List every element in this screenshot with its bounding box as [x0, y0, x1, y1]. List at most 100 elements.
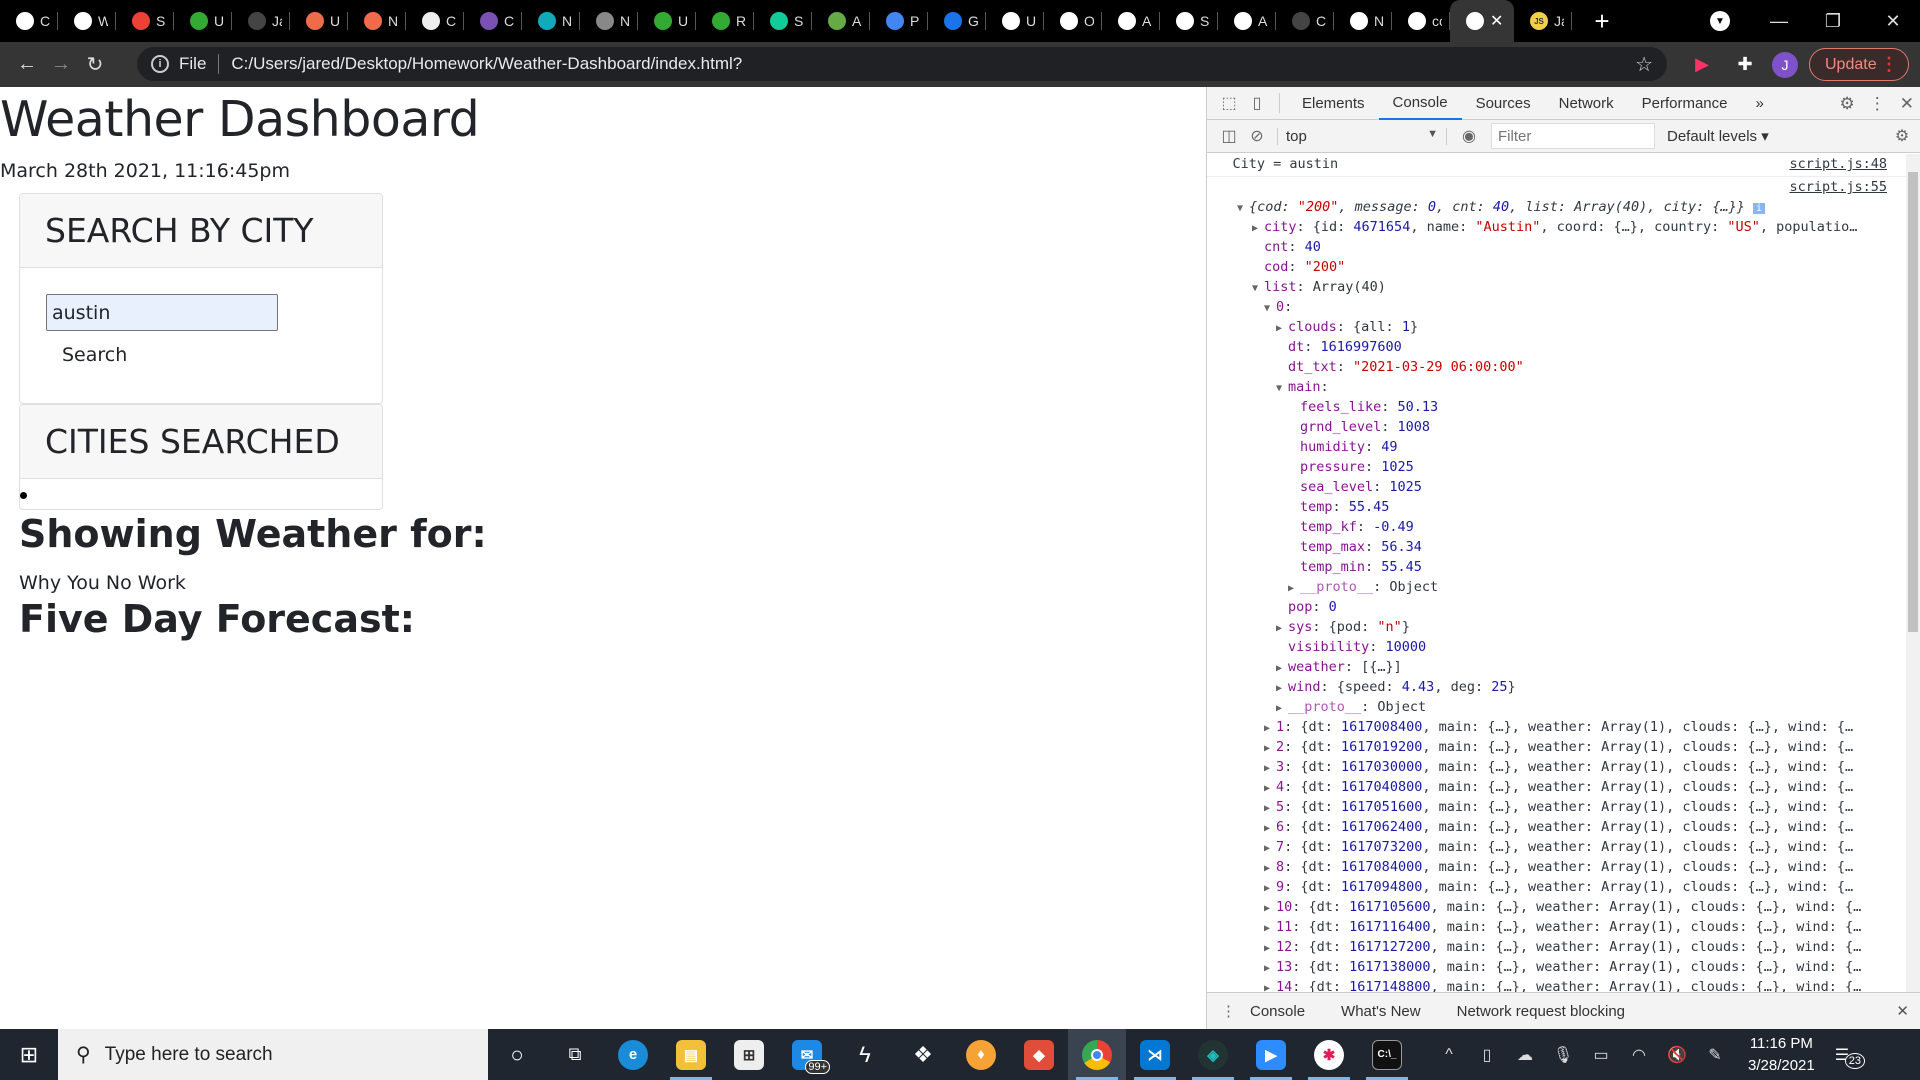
- terminal-icon[interactable]: C:\_: [1358, 1029, 1416, 1080]
- chrome-icon[interactable]: [1068, 1029, 1126, 1080]
- collapsed-triangle-icon[interactable]: ▶: [1264, 739, 1276, 759]
- tab-search-button[interactable]: ▼: [1710, 11, 1730, 31]
- browser-tab[interactable]: N: [348, 0, 406, 42]
- list-item-2[interactable]: ▶ 2: {dt: 1617019200, main: {…}, weather:…: [1207, 737, 1907, 757]
- browser-tab[interactable]: co: [1392, 0, 1450, 42]
- property-wind[interactable]: ▶ wind: {speed: 4.43, deg: 25}: [1207, 677, 1907, 697]
- browser-tab[interactable]: C: [464, 0, 522, 42]
- battery-icon[interactable]: ▭: [1582, 1045, 1620, 1065]
- browser-tab[interactable]: U: [174, 0, 232, 42]
- browser-tab[interactable]: C: [1276, 0, 1334, 42]
- property-sys[interactable]: ▶ sys: {pod: "n"}: [1207, 617, 1907, 637]
- drawer-menu-icon[interactable]: ⋮: [1221, 1002, 1236, 1020]
- browser-tab[interactable]: S: [116, 0, 174, 42]
- taskbar-clock[interactable]: 11:16 PM 3/28/2021: [1748, 1033, 1815, 1077]
- property-visibility[interactable]: visibility: 10000: [1207, 637, 1907, 657]
- property-city[interactable]: ▶ city: {id: 4671654, name: "Austin", coo…: [1207, 217, 1907, 237]
- more-tabs-icon[interactable]: »: [1742, 87, 1778, 120]
- store-icon[interactable]: ⊞: [720, 1029, 778, 1080]
- collapsed-triangle-icon[interactable]: ▶: [1264, 979, 1276, 992]
- dropbox-icon[interactable]: ❖: [894, 1029, 952, 1080]
- extension-record-icon[interactable]: ▶: [1690, 52, 1714, 76]
- expanded-triangle-icon[interactable]: ▼: [1252, 279, 1264, 299]
- list-item-13[interactable]: ▶ 13: {dt: 1617138000, main: {…}, weather…: [1207, 957, 1907, 977]
- context-selector[interactable]: top ▼: [1277, 127, 1447, 145]
- main-temp-min[interactable]: temp_min: 55.45: [1207, 557, 1907, 577]
- collapsed-triangle-icon[interactable]: ▶: [1264, 799, 1276, 819]
- collapsed-triangle-icon[interactable]: ▶: [1264, 719, 1276, 739]
- collapsed-triangle-icon[interactable]: ▶: [1276, 659, 1288, 679]
- browser-tab[interactable]: P: [870, 0, 928, 42]
- property-cnt[interactable]: cnt: 40: [1207, 237, 1907, 257]
- list-item-5[interactable]: ▶ 5: {dt: 1617051600, main: {…}, weather:…: [1207, 797, 1907, 817]
- console-filter-input[interactable]: [1491, 123, 1655, 149]
- property-weather[interactable]: ▶ weather: [{…}]: [1207, 657, 1907, 677]
- browser-tab[interactable]: O: [1044, 0, 1102, 42]
- browser-tab[interactable]: C: [0, 0, 58, 42]
- onedrive-icon[interactable]: ☁: [1506, 1045, 1544, 1065]
- drawer-tab-whats-new[interactable]: What's New: [1341, 1003, 1421, 1020]
- bolt-app-icon[interactable]: ϟ: [836, 1029, 894, 1080]
- browser-tab[interactable]: U: [986, 0, 1044, 42]
- main-feels-like[interactable]: feels_like: 50.13: [1207, 397, 1907, 417]
- devtools-menu-icon[interactable]: ⋮: [1869, 94, 1886, 114]
- minimize-button[interactable]: —: [1752, 0, 1806, 42]
- property-main[interactable]: ▼ main:: [1207, 377, 1907, 397]
- list-item-1[interactable]: ▶ 1: {dt: 1617008400, main: {…}, weather:…: [1207, 717, 1907, 737]
- taskbar-search[interactable]: ⚲ Type here to search: [58, 1029, 488, 1080]
- city-search-input[interactable]: [46, 294, 278, 331]
- property-dt-txt[interactable]: dt_txt: "2021-03-29 06:00:00": [1207, 357, 1907, 377]
- list-item-0[interactable]: ▼ 0:: [1207, 297, 1907, 317]
- main-temp-max[interactable]: temp_max: 56.34: [1207, 537, 1907, 557]
- start-button[interactable]: ⊞: [0, 1029, 58, 1080]
- collapsed-triangle-icon[interactable]: ▶: [1264, 899, 1276, 919]
- task-view-icon[interactable]: ⧉: [546, 1029, 604, 1080]
- browser-tab[interactable]: N: [1334, 0, 1392, 42]
- property-list[interactable]: ▼ list: Array(40): [1207, 277, 1907, 297]
- address-bar[interactable]: i File C:/Users/jared/Desktop/Homework/W…: [137, 47, 1667, 81]
- list-item-9[interactable]: ▶ 9: {dt: 1617094800, main: {…}, weather:…: [1207, 877, 1907, 897]
- notification-center-icon[interactable]: ☰ 23: [1835, 1045, 1865, 1069]
- avast-icon[interactable]: ♦: [952, 1029, 1010, 1080]
- expanded-triangle-icon[interactable]: ▼: [1276, 379, 1288, 399]
- expanded-triangle-icon[interactable]: ▼: [1264, 299, 1276, 319]
- console-object-summary[interactable]: ▼ {cod: "200", message: 0, cnt: 40, list:…: [1207, 197, 1907, 217]
- restore-button[interactable]: ❐: [1806, 0, 1860, 42]
- new-tab-button[interactable]: +: [1578, 0, 1626, 42]
- browser-tab[interactable]: A: [1102, 0, 1160, 42]
- main-grnd-level[interactable]: grnd_level: 1008: [1207, 417, 1907, 437]
- collapsed-triangle-icon[interactable]: ▶: [1264, 759, 1276, 779]
- browser-tab[interactable]: G: [928, 0, 986, 42]
- reload-button[interactable]: ↻: [78, 48, 112, 82]
- live-expression-eye-icon[interactable]: ◉: [1455, 122, 1483, 150]
- console-settings-icon[interactable]: ⚙: [1888, 122, 1916, 150]
- collapsed-triangle-icon[interactable]: ▶: [1264, 939, 1276, 959]
- devtools-tab-console[interactable]: Console: [1378, 87, 1462, 120]
- main-pressure[interactable]: pressure: 1025: [1207, 457, 1907, 477]
- list-item-8[interactable]: ▶ 8: {dt: 1617084000, main: {…}, weather:…: [1207, 857, 1907, 877]
- collapsed-triangle-icon[interactable]: ▶: [1276, 619, 1288, 639]
- device-toolbar-icon[interactable]: ▯: [1243, 89, 1271, 117]
- main-temp-kf[interactable]: temp_kf: -0.49: [1207, 517, 1907, 537]
- info-icon[interactable]: i: [151, 55, 169, 73]
- vscode-icon[interactable]: ⋊: [1126, 1029, 1184, 1080]
- bookmark-star-icon[interactable]: ☆: [1635, 52, 1653, 77]
- edge-icon[interactable]: e: [604, 1029, 662, 1080]
- extensions-puzzle-icon[interactable]: ✚: [1733, 52, 1757, 76]
- drawer-tab-network-blocking[interactable]: Network request blocking: [1457, 1003, 1625, 1020]
- property-proto[interactable]: ▶ __proto__: Object: [1207, 577, 1907, 597]
- back-button[interactable]: ←: [10, 48, 44, 82]
- browser-tab-active[interactable]: ✕: [1450, 0, 1514, 42]
- collapsed-triangle-icon[interactable]: ▶: [1252, 219, 1264, 239]
- collapsed-triangle-icon[interactable]: ▶: [1264, 919, 1276, 939]
- source-link[interactable]: script.js:48: [1789, 154, 1887, 174]
- collapsed-triangle-icon[interactable]: ▶: [1264, 859, 1276, 879]
- volume-muted-icon[interactable]: 🔇: [1658, 1045, 1696, 1065]
- microphone-icon[interactable]: 🎙: [1544, 1045, 1582, 1065]
- browser-tab[interactable]: R: [696, 0, 754, 42]
- browser-tab[interactable]: S: [754, 0, 812, 42]
- list-item-4[interactable]: ▶ 4: {dt: 1617040800, main: {…}, weather:…: [1207, 777, 1907, 797]
- devtools-close-icon[interactable]: ✕: [1900, 94, 1914, 114]
- list-item-10[interactable]: ▶ 10: {dt: 1617105600, main: {…}, weather…: [1207, 897, 1907, 917]
- console-scrollbar[interactable]: [1906, 154, 1920, 992]
